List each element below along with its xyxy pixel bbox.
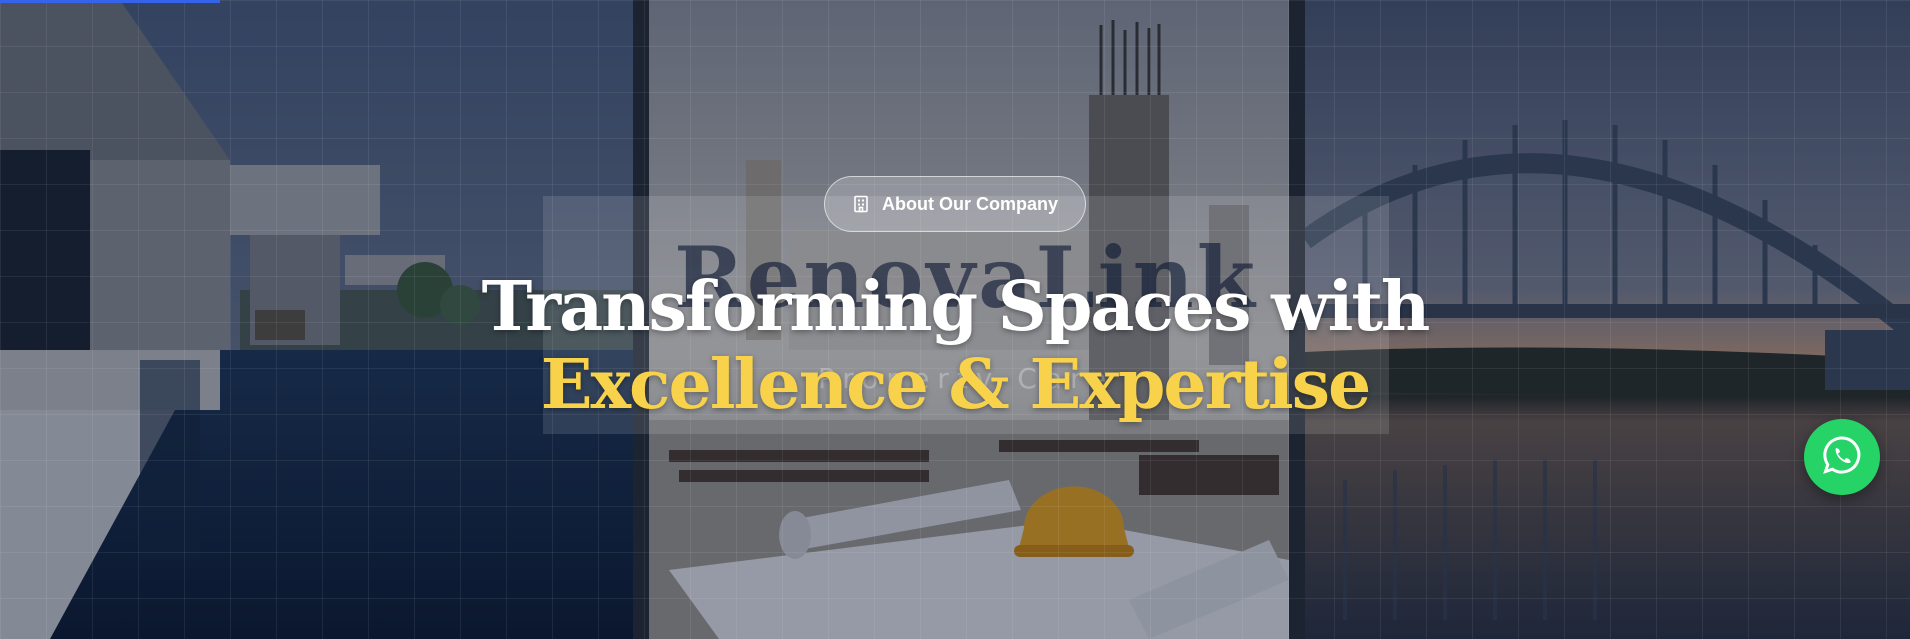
about-company-badge[interactable]: About Our Company <box>824 176 1086 232</box>
headline-line-2: Excellence & Expertise <box>540 345 1372 425</box>
building-icon <box>852 195 870 213</box>
headline-line-1: Transforming Spaces with <box>481 267 1431 347</box>
whatsapp-chat-button[interactable] <box>1804 419 1880 495</box>
badge-label: About Our Company <box>882 193 1058 214</box>
hero-section: RenovaLink Property Care About Our Compa… <box>0 0 1910 639</box>
hero-headline: Transforming Spaces with Excellence & Ex… <box>400 268 1510 424</box>
top-accent-bar <box>0 0 220 3</box>
whatsapp-icon <box>1821 434 1863 480</box>
